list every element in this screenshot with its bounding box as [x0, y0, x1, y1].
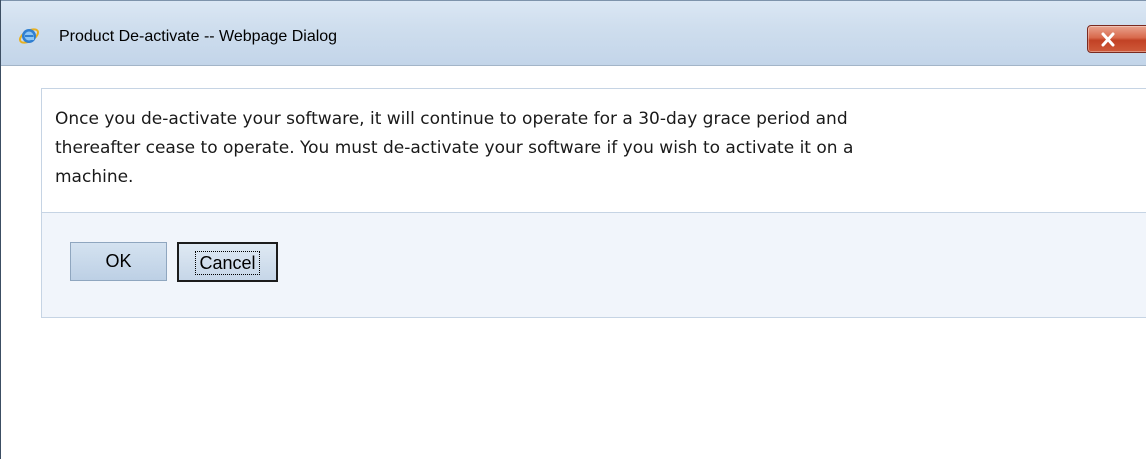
- internet-explorer-icon: [18, 25, 40, 47]
- cancel-button-label: Cancel: [195, 251, 260, 275]
- ok-button[interactable]: OK: [70, 242, 167, 281]
- dialog-content-panel: Once you de-activate your software, it w…: [41, 88, 1146, 318]
- close-icon: [1101, 32, 1115, 47]
- window-title: Product De-activate -- Webpage Dialog: [59, 28, 338, 45]
- message-area: Once you de-activate your software, it w…: [42, 89, 1146, 213]
- cancel-button[interactable]: Cancel: [177, 242, 278, 282]
- deactivation-message: Once you de-activate your software, it w…: [55, 109, 854, 187]
- title-bar[interactable]: Product De-activate -- Webpage Dialog: [1, 0, 1146, 66]
- close-button[interactable]: [1087, 25, 1146, 53]
- dialog-window: Product De-activate -- Webpage Dialog On…: [0, 0, 1146, 459]
- ok-button-label: OK: [105, 251, 132, 271]
